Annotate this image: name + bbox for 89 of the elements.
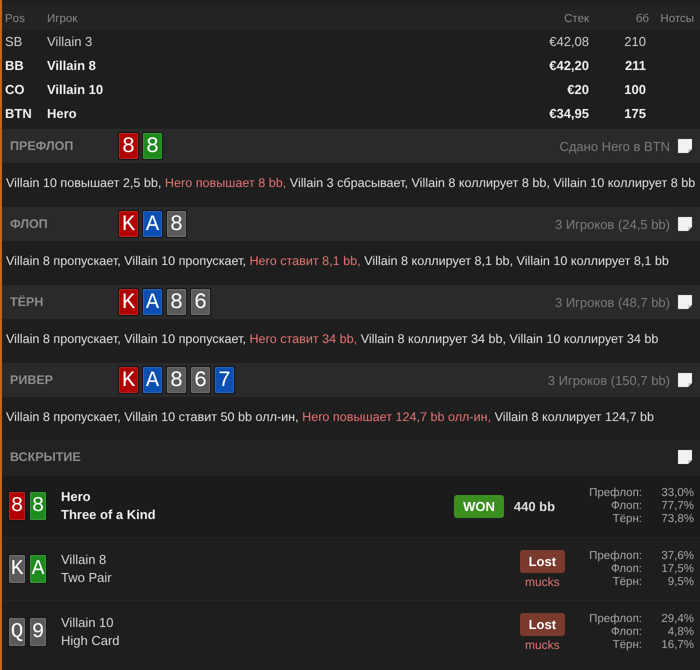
equity-value: 9,5% xyxy=(666,576,694,588)
equity-value: 33,0% xyxy=(660,486,694,500)
street-title: ПРЕФЛОП xyxy=(10,139,74,153)
column-header: Игрок xyxy=(44,4,502,30)
table-cell-text: SB xyxy=(4,33,24,51)
table-cell-text: 175 xyxy=(623,105,647,123)
street-title: ФЛОП xyxy=(10,217,49,231)
action-line: Villain 8 пропускает, Villain 10 пропускает, Hero ставит 8,1 bb, Villain 8 коллирует 8,1 bb, Villain 10 коллирует 8,1 bb xyxy=(5,253,670,270)
street-info: Сдано Hero в BTN xyxy=(559,138,670,154)
table-cell-text: BTN xyxy=(4,105,33,123)
table-cell-text: Villain 10 xyxy=(46,81,104,99)
table-cell-text: 100 xyxy=(623,81,647,99)
column-header: Стек xyxy=(502,4,592,30)
street-info: 3 Игроков (48,7 bb) xyxy=(554,294,670,310)
note-icon[interactable] xyxy=(678,295,692,309)
equity-label: Флоп: xyxy=(610,626,642,638)
result-badge: WON xyxy=(454,494,504,518)
muck-label: mucks xyxy=(525,638,560,652)
equity-label: Префлоп: xyxy=(589,612,642,626)
playing-card: K xyxy=(118,288,139,316)
playing-card: K xyxy=(118,366,139,394)
table-cell-text: €34,95 xyxy=(548,105,590,123)
equity-label: Флоп: xyxy=(610,500,642,512)
note-icon[interactable] xyxy=(678,450,692,464)
equity-label: Тёрн: xyxy=(612,576,642,588)
playing-card: A xyxy=(142,288,163,316)
table-cell-text: CO xyxy=(4,81,26,99)
equity-value: 4,8% xyxy=(666,626,694,638)
equity-label: Префлоп: xyxy=(589,486,642,500)
equity-label: Тёрн: xyxy=(612,638,642,652)
table-cell-text: Villain 3 xyxy=(46,33,94,51)
playing-card: A xyxy=(142,210,163,238)
table-cell-text: Villain 8 xyxy=(46,57,97,75)
playing-card: K xyxy=(8,554,26,584)
action-line: Villain 8 пропускает, Villain 10 пропускает, Hero ставит 34 bb, Villain 8 коллирует 34 bb, Villain 10 коллирует 34 bb xyxy=(5,331,660,348)
showdown-title: ВСКРЫТИЕ xyxy=(10,450,81,464)
playing-card: 6 xyxy=(190,366,211,394)
note-icon[interactable] xyxy=(678,139,692,153)
playing-card: A xyxy=(142,366,163,394)
playing-card: 8 xyxy=(166,210,187,238)
playing-card: 6 xyxy=(190,288,211,316)
playing-card: Q xyxy=(8,617,26,647)
action-line: Villain 8 пропускает, Villain 10 ставит 50 bb олл-ин, Hero повышает 124,7 bb олл-ин, Villain 8 коллирует 124,7 bb xyxy=(5,409,655,426)
playing-card: K xyxy=(118,210,139,238)
note-icon[interactable] xyxy=(678,217,692,231)
player-name: Hero xyxy=(61,489,92,505)
playing-card: 8 xyxy=(8,491,26,521)
playing-card: 8 xyxy=(118,132,139,160)
result-badge: Lost xyxy=(520,612,566,636)
playing-card: 8 xyxy=(142,132,163,160)
win-amount: 440 bb xyxy=(514,498,556,514)
table-cell-text: Hero xyxy=(46,105,78,123)
equity-label: Флоп: xyxy=(610,562,642,576)
note-icon[interactable] xyxy=(678,373,692,387)
equity-value: 73,8% xyxy=(660,512,694,526)
equity-value: 37,6% xyxy=(660,550,694,562)
playing-card: 9 xyxy=(29,617,47,647)
table-cell-text: €42,08 xyxy=(548,33,590,51)
street-title: ТЁРН xyxy=(10,295,44,309)
column-header: Нотсы xyxy=(652,4,700,30)
muck-label: mucks xyxy=(525,574,560,588)
equity-label: Тёрн: xyxy=(612,512,642,526)
street-title: РИВЕР xyxy=(10,373,54,387)
street-info: 3 Игроков (150,7 bb) xyxy=(548,372,670,388)
equity-value: 16,7% xyxy=(660,638,694,652)
action-line: Villain 10 повышает 2,5 bb, Hero повышает 8 bb, Villain 3 сбрасывает, Villain 8 коллирует 8 bb, Villain 10 коллирует 8 bb xyxy=(5,175,696,192)
table-cell-text: €42,20 xyxy=(548,57,590,75)
equity-label: Префлоп: xyxy=(589,550,642,562)
result-badge: Lost xyxy=(520,550,566,572)
table-cell-text: 210 xyxy=(623,33,647,51)
player-name: Villain 8 xyxy=(61,552,108,568)
street-info: 3 Игроков (24,5 bb) xyxy=(554,216,670,232)
column-header: бб xyxy=(592,4,652,30)
table-cell-text: €20 xyxy=(566,81,590,99)
table-cell-text: 211 xyxy=(624,57,647,75)
hand-rank: Two Pair xyxy=(61,570,113,586)
playing-card: 8 xyxy=(29,491,47,521)
hand-rank: Three of a Kind xyxy=(61,507,157,523)
player-name: Villain 10 xyxy=(61,615,115,631)
playing-card: 7 xyxy=(214,366,235,394)
equity-value: 29,4% xyxy=(660,612,694,626)
column-header: Pos xyxy=(2,4,44,30)
playing-card: A xyxy=(29,554,47,584)
playing-card: 8 xyxy=(166,288,187,316)
equity-value: 77,7% xyxy=(660,500,694,512)
equity-value: 17,5% xyxy=(660,562,694,576)
playing-card: 8 xyxy=(166,366,187,394)
hand-rank: High Card xyxy=(61,633,121,649)
table-cell-text: BB xyxy=(4,57,25,75)
